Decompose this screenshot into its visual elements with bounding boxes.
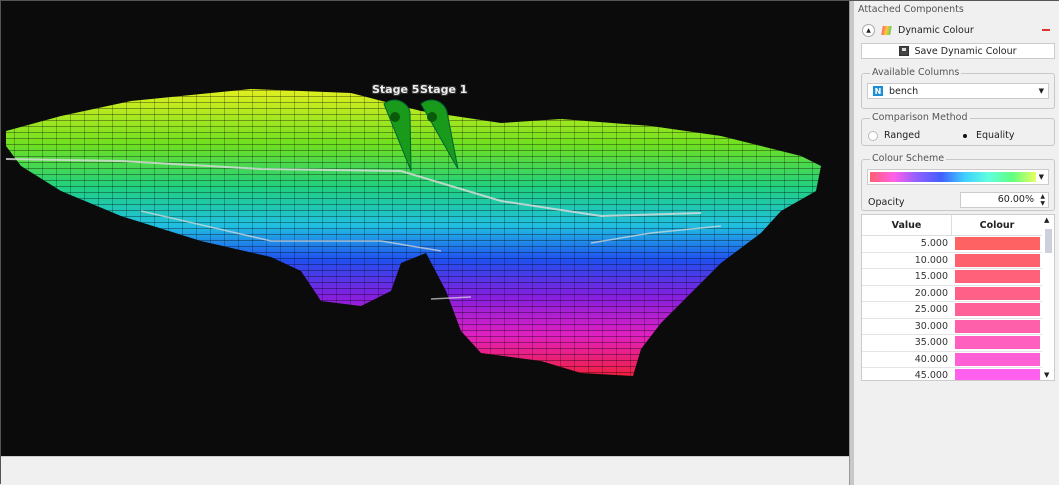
colour-swatch[interactable] xyxy=(955,303,1040,317)
dynamic-colour-icon xyxy=(881,25,892,35)
component-row: ▲ Dynamic Colour xyxy=(862,22,1054,38)
table-header: Value Colour xyxy=(862,215,1054,236)
opacity-label: Opacity xyxy=(868,197,905,208)
colour-scheme-preview xyxy=(870,172,1036,182)
attached-components-header: Attached Components xyxy=(858,4,964,15)
value-cell: 25.000 xyxy=(914,304,948,316)
colour-swatch[interactable] xyxy=(955,352,1040,366)
radio-ranged-indicator xyxy=(868,130,878,141)
status-bar xyxy=(1,456,849,485)
available-columns-title: Available Columns xyxy=(870,67,962,78)
colour-swatch[interactable] xyxy=(955,270,1040,284)
radio-equality-label: Equality xyxy=(976,130,1015,141)
comparison-method-title: Comparison Method xyxy=(870,112,970,123)
table-row[interactable]: 25.000 xyxy=(862,302,1054,319)
colour-scheme-title: Colour Scheme xyxy=(870,153,947,164)
comparison-method-group: Comparison Method Ranged Equality xyxy=(861,112,1055,146)
collapse-button[interactable]: ▲ xyxy=(862,23,875,37)
scroll-up-icon[interactable]: ▲ xyxy=(1044,216,1049,224)
scrollbar-thumb[interactable] xyxy=(1045,229,1052,253)
3d-viewport[interactable]: Stage 5 Stage 1 xyxy=(1,1,849,456)
value-cell: 15.000 xyxy=(914,271,948,283)
table-row[interactable]: 30.000 xyxy=(862,319,1054,335)
stage-1-label: Stage 1 xyxy=(420,83,468,96)
column-header-colour[interactable]: Colour xyxy=(952,215,1043,235)
value-cell: 45.000 xyxy=(914,370,948,381)
colour-swatch[interactable] xyxy=(955,319,1040,333)
opacity-value: 60.00% xyxy=(997,194,1034,205)
table-body: 5.000 10.000 15.000 20.000 25.000 30.000 35.00… xyxy=(862,236,1054,381)
table-row[interactable]: 15.000 xyxy=(862,269,1054,286)
stage-5-label: Stage 5 xyxy=(372,83,420,96)
component-name: Dynamic Colour xyxy=(898,24,974,36)
opacity-input[interactable]: 60.00% ▲ ▼ xyxy=(960,192,1049,208)
value-cell: 5.000 xyxy=(920,238,948,250)
colour-swatch[interactable] xyxy=(955,253,1040,267)
column-header-value[interactable]: Value xyxy=(862,215,952,235)
radio-equality[interactable]: Equality xyxy=(960,130,1015,141)
spinner-arrows-icon[interactable]: ▲ ▼ xyxy=(1040,193,1045,207)
table-row[interactable]: 35.000 xyxy=(862,335,1054,352)
save-label: Save Dynamic Colour xyxy=(914,45,1017,57)
value-cell: 35.000 xyxy=(914,337,948,349)
save-icon xyxy=(899,46,910,56)
available-columns-group: Available Columns N bench ▼ xyxy=(861,67,1055,109)
colour-swatch[interactable] xyxy=(955,369,1040,380)
properties-panel: Attached Components ▲ Dynamic Colour Sav… xyxy=(854,1,1059,485)
radio-ranged[interactable]: Ranged xyxy=(868,130,920,141)
pit-model xyxy=(5,89,821,376)
radio-equality-indicator xyxy=(960,131,970,141)
radio-ranged-label: Ranged xyxy=(884,130,921,141)
numeric-column-icon: N xyxy=(873,86,883,96)
table-row[interactable]: 40.000 xyxy=(862,352,1054,368)
table-row[interactable]: 20.000 xyxy=(862,286,1054,302)
colour-scheme-group: Colour Scheme ▼ Opacity 60.00% ▲ ▼ xyxy=(861,153,1055,211)
table-scrollbar[interactable]: ▲ ▼ xyxy=(1042,215,1054,380)
table-row[interactable]: 5.000 xyxy=(862,236,1054,253)
value-cell: 40.000 xyxy=(914,353,948,365)
column-select-value: bench xyxy=(889,85,919,97)
table-row[interactable]: 45.000 xyxy=(862,368,1054,381)
colour-table: Value Colour 5.000 10.000 15.000 20.000 25.0… xyxy=(861,214,1055,381)
table-row[interactable]: 10.000 xyxy=(862,253,1054,269)
chevron-down-icon: ▼ xyxy=(1038,173,1044,181)
column-select[interactable]: N bench ▼ xyxy=(867,83,1049,99)
save-dynamic-colour-button[interactable]: Save Dynamic Colour xyxy=(861,43,1055,59)
chevron-down-icon: ▼ xyxy=(1038,87,1044,95)
remove-component-icon[interactable] xyxy=(1042,29,1050,31)
value-cell: 30.000 xyxy=(914,320,948,332)
value-cell: 20.000 xyxy=(914,287,948,299)
scroll-down-icon[interactable]: ▼ xyxy=(1044,371,1049,379)
colour-swatch[interactable] xyxy=(955,336,1040,350)
colour-swatch[interactable] xyxy=(955,286,1040,300)
value-cell: 10.000 xyxy=(914,254,948,266)
colour-swatch[interactable] xyxy=(955,237,1040,251)
colour-scheme-select[interactable]: ▼ xyxy=(867,169,1049,185)
block-model xyxy=(5,89,821,376)
